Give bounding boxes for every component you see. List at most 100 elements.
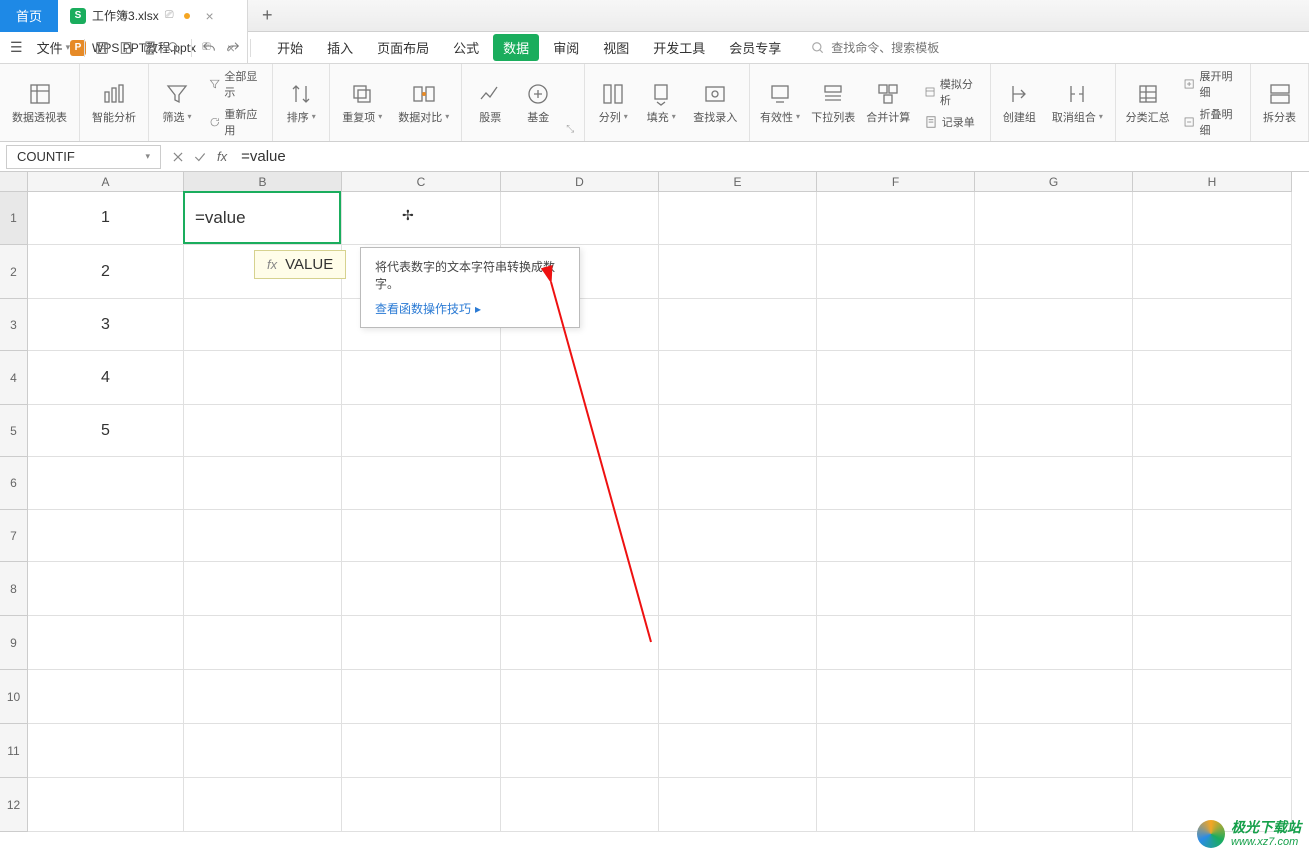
close-icon[interactable]: × [206, 8, 214, 24]
create-group-button[interactable]: 创建组 [999, 79, 1040, 127]
column-header[interactable]: C [342, 172, 501, 192]
cell[interactable] [659, 562, 817, 616]
record-form-button[interactable]: 记录单 [920, 112, 982, 132]
cell[interactable] [975, 457, 1133, 510]
find-icon[interactable] [163, 37, 185, 59]
cell[interactable] [817, 616, 975, 670]
dropdown-list-button[interactable]: 下拉列表 [810, 79, 857, 127]
cell[interactable] [184, 192, 342, 245]
cell[interactable] [817, 724, 975, 778]
split-column-button[interactable]: 分列 [593, 79, 633, 127]
cell[interactable] [28, 616, 184, 670]
cell[interactable] [342, 562, 501, 616]
sort-button[interactable]: 排序 [281, 79, 321, 127]
new-tab-button[interactable]: + [248, 5, 287, 26]
cell[interactable]: 2 [28, 245, 184, 299]
validity-button[interactable]: 有效性 [758, 79, 801, 127]
column-header[interactable]: G [975, 172, 1133, 192]
cell[interactable] [342, 510, 501, 562]
cell[interactable] [342, 616, 501, 670]
row-header[interactable]: 12 [0, 778, 28, 832]
cell[interactable] [184, 724, 342, 778]
cell[interactable] [184, 616, 342, 670]
cell[interactable] [1133, 192, 1292, 245]
smart-analysis-button[interactable]: 智能分析 [88, 79, 140, 127]
fx-icon[interactable]: fx [211, 149, 233, 164]
undo-icon[interactable] [198, 37, 220, 59]
simulate-button[interactable]: 模拟分析 [920, 74, 982, 110]
column-header[interactable]: A [28, 172, 184, 192]
dialog-launcher-icon[interactable]: ⤡ [566, 124, 576, 137]
cell[interactable] [1133, 510, 1292, 562]
reapply-button[interactable]: 重新应用 [205, 104, 264, 140]
column-header[interactable]: H [1133, 172, 1292, 192]
cell[interactable] [1133, 562, 1292, 616]
cell[interactable] [659, 510, 817, 562]
cell[interactable] [975, 670, 1133, 724]
cell[interactable] [342, 405, 501, 457]
cell[interactable] [501, 670, 659, 724]
column-header[interactable]: D [501, 172, 659, 192]
cell[interactable] [184, 351, 342, 405]
cell[interactable] [28, 562, 184, 616]
cell[interactable] [1133, 351, 1292, 405]
menu-tab[interactable]: 插入 [317, 34, 363, 61]
cell[interactable] [342, 778, 501, 832]
row-header[interactable]: 2 [0, 245, 28, 299]
tooltip-link[interactable]: 查看函数操作技巧 ▸ [375, 300, 565, 317]
cancel-formula-icon[interactable] [167, 146, 189, 168]
row-header[interactable]: 6 [0, 457, 28, 510]
cell[interactable] [817, 351, 975, 405]
cell[interactable] [28, 778, 184, 832]
cell[interactable]: 5 [28, 405, 184, 457]
cell[interactable] [975, 562, 1133, 616]
cell[interactable] [184, 457, 342, 510]
cell[interactable] [184, 670, 342, 724]
cell[interactable]: 4 [28, 351, 184, 405]
cell[interactable] [501, 405, 659, 457]
stock-button[interactable]: 股票 [470, 79, 510, 127]
row-header[interactable]: 9 [0, 616, 28, 670]
lookup-input-button[interactable]: 查找录入 [689, 79, 741, 127]
collapse-detail-button[interactable]: 折叠明细 [1179, 104, 1242, 140]
file-menu[interactable]: 文件 [29, 38, 79, 57]
column-header[interactable]: F [817, 172, 975, 192]
name-box[interactable]: COUNTIF [6, 145, 161, 169]
cell[interactable] [659, 670, 817, 724]
cell[interactable] [342, 351, 501, 405]
menu-tab[interactable]: 数据 [493, 34, 539, 61]
cell[interactable] [817, 457, 975, 510]
select-all-corner[interactable] [0, 172, 28, 192]
menu-icon[interactable]: ☰ [6, 39, 27, 56]
cell[interactable] [659, 457, 817, 510]
cell[interactable] [28, 724, 184, 778]
cell[interactable] [501, 562, 659, 616]
row-header[interactable]: 1 [0, 192, 28, 245]
formula-input[interactable] [233, 148, 1309, 165]
cell[interactable] [28, 457, 184, 510]
cell[interactable] [817, 510, 975, 562]
cell[interactable] [817, 405, 975, 457]
cell[interactable] [1133, 299, 1292, 351]
cell[interactable]: 1 [28, 192, 184, 245]
fund-button[interactable]: 基金 [518, 79, 558, 127]
cell[interactable] [975, 405, 1133, 457]
cell[interactable] [342, 670, 501, 724]
cell[interactable] [1133, 616, 1292, 670]
row-header[interactable]: 4 [0, 351, 28, 405]
cell[interactable] [975, 778, 1133, 832]
merge-calc-button[interactable]: 合并计算 [865, 79, 912, 127]
menu-tab[interactable]: 审阅 [543, 34, 589, 61]
cell[interactable] [501, 192, 659, 245]
row-header[interactable]: 7 [0, 510, 28, 562]
spreadsheet-grid[interactable]: ABCDEFGH 123456789101112 12345 =value ✢ … [0, 172, 1309, 834]
cell[interactable] [817, 670, 975, 724]
cell[interactable] [501, 510, 659, 562]
ungroup-button[interactable]: 取消组合 [1048, 79, 1107, 127]
cell[interactable] [1133, 670, 1292, 724]
cell[interactable] [659, 351, 817, 405]
cell[interactable] [501, 457, 659, 510]
cell[interactable] [1133, 405, 1292, 457]
cell[interactable] [659, 245, 817, 299]
cell[interactable] [975, 510, 1133, 562]
